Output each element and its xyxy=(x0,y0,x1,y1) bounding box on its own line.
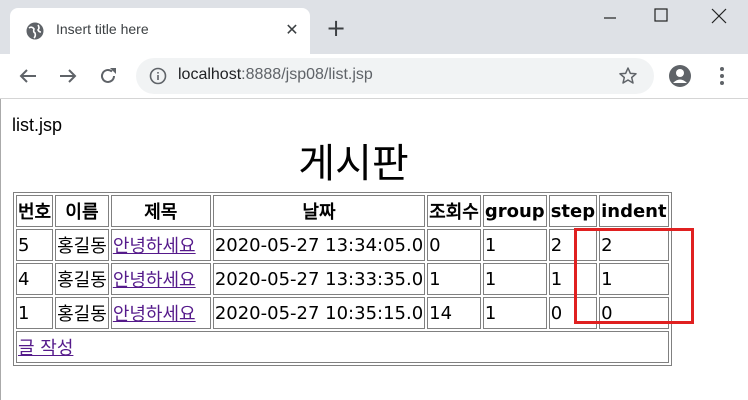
table-cell: 1 xyxy=(599,263,669,295)
post-title-link[interactable]: 안녕하세요 xyxy=(113,304,196,325)
table-cell: 2020-05-27 13:33:35.0 xyxy=(212,263,426,295)
table-cell: 1 xyxy=(482,263,547,295)
table-row: 5 홍길동 안녕하세요 2020-05-27 13:34:05.0 0 1 2 … xyxy=(16,229,669,261)
column-header: 날짜 xyxy=(212,195,426,227)
post-title-link[interactable]: 안녕하세요 xyxy=(113,236,196,257)
table-cell: 안녕하세요 xyxy=(110,297,211,329)
table-cell: 4 xyxy=(16,263,54,295)
maximize-icon[interactable] xyxy=(652,6,672,26)
table-cell: 1 xyxy=(427,263,481,295)
table-cell: 안녕하세요 xyxy=(110,229,211,261)
table-cell: 글 작성 xyxy=(16,331,669,363)
table-cell: 홍길동 xyxy=(55,229,109,261)
table-row: 4 홍길동 안녕하세요 2020-05-27 13:33:35.0 1 1 1 … xyxy=(16,263,669,295)
post-title-link[interactable]: 안녕하세요 xyxy=(113,270,196,291)
window-close-icon[interactable] xyxy=(708,5,730,27)
table-cell: 0 xyxy=(599,297,669,329)
table-cell: 1 xyxy=(482,229,547,261)
file-label: list.jsp xyxy=(12,115,63,135)
table-cell: 2020-05-27 13:34:05.0 xyxy=(212,229,426,261)
write-post-link[interactable]: 글 작성 xyxy=(18,338,73,359)
column-header: step xyxy=(548,195,598,227)
table-cell: 홍길동 xyxy=(55,263,109,295)
profile-icon[interactable] xyxy=(668,64,692,88)
table-cell: 14 xyxy=(427,297,481,329)
column-header: 제목 xyxy=(110,195,211,227)
url-text: localhost:8888/jsp08/list.jsp xyxy=(178,66,373,84)
column-header: group xyxy=(482,195,547,227)
column-header: 번호 xyxy=(16,195,54,227)
browser-toolbar: localhost:8888/jsp08/list.jsp xyxy=(0,54,748,99)
browser-tab-strip: Insert title here ✕ + xyxy=(0,0,748,54)
table-cell: 안녕하세요 xyxy=(110,263,211,295)
kebab-menu-icon[interactable] xyxy=(710,64,734,88)
page-title: 게시판 xyxy=(298,141,409,187)
plus-icon[interactable]: + xyxy=(326,16,346,40)
address-bar[interactable]: localhost:8888/jsp08/list.jsp xyxy=(136,58,654,94)
table-cell: 5 xyxy=(16,229,54,261)
column-header: 이름 xyxy=(55,195,109,227)
table-cell: 1 xyxy=(16,297,54,329)
url-host: localhost xyxy=(178,66,242,83)
page-viewport: list.jsp 게시판 번호 이름 제목 날짜 조회수 group step … xyxy=(0,99,748,400)
board-table: 번호 이름 제목 날짜 조회수 group step indent 5 홍길동 … xyxy=(13,192,672,366)
reload-icon[interactable] xyxy=(96,64,120,88)
table-cell: 2020-05-27 10:35:15.0 xyxy=(212,297,426,329)
info-icon[interactable] xyxy=(149,67,167,85)
column-header: indent xyxy=(599,195,669,227)
table-cell: 0 xyxy=(548,297,598,329)
url-path: :8888/jsp08/list.jsp xyxy=(241,66,373,83)
star-icon[interactable] xyxy=(618,66,638,86)
table-cell: 0 xyxy=(427,229,481,261)
table-cell: 1 xyxy=(482,297,547,329)
table-footer-row: 글 작성 xyxy=(16,331,669,363)
globe-icon xyxy=(26,22,44,40)
table-cell: 2 xyxy=(548,229,598,261)
close-icon[interactable]: ✕ xyxy=(282,20,302,39)
table-header-row: 번호 이름 제목 날짜 조회수 group step indent xyxy=(16,195,669,227)
minimize-icon[interactable] xyxy=(598,4,622,28)
table-cell: 홍길동 xyxy=(55,297,109,329)
tab-title: Insert title here xyxy=(56,21,149,37)
browser-tab[interactable]: Insert title here ✕ xyxy=(10,8,310,54)
forward-arrow-icon[interactable] xyxy=(56,64,80,88)
table-cell: 2 xyxy=(599,229,669,261)
table-row: 1 홍길동 안녕하세요 2020-05-27 10:35:15.0 14 1 0… xyxy=(16,297,669,329)
column-header: 조회수 xyxy=(427,195,481,227)
back-arrow-icon[interactable] xyxy=(16,64,40,88)
table-cell: 1 xyxy=(548,263,598,295)
